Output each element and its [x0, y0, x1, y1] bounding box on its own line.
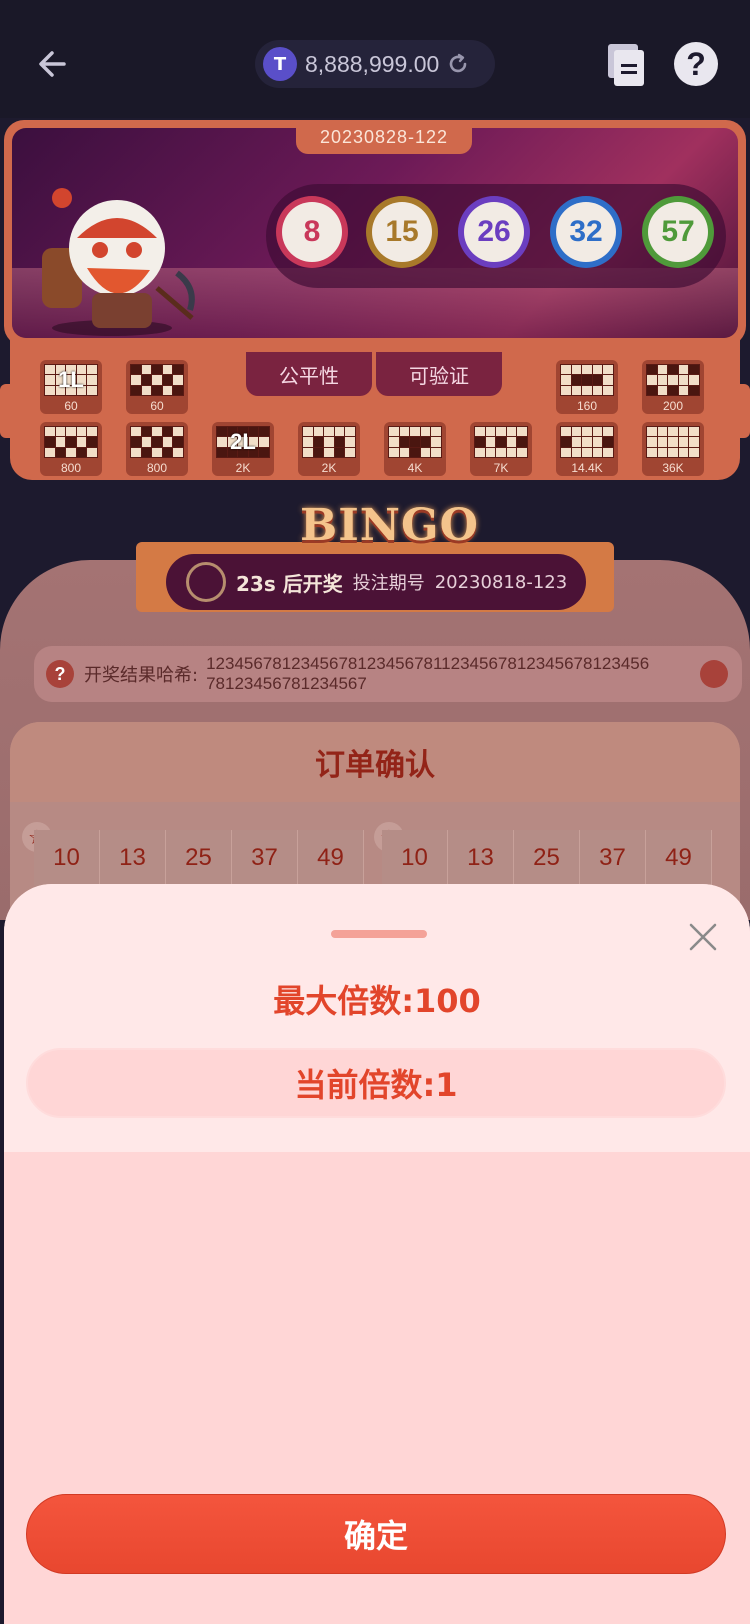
multiplier-sheet: 最大倍数:100 当前倍数:1 确定: [4, 884, 750, 1624]
pattern-prize: 200: [662, 399, 684, 413]
pattern-prize: 800: [146, 461, 168, 475]
drag-handle[interactable]: [331, 930, 427, 938]
pattern-card[interactable]: 60: [126, 360, 188, 414]
close-icon[interactable]: [686, 920, 720, 954]
pattern-card[interactable]: 14.4K: [556, 422, 618, 476]
pattern-prize: 60: [64, 399, 78, 413]
coin-icon: T: [263, 47, 297, 81]
top-bar: T 8,888,999.00 ?: [0, 0, 750, 118]
confirm-button[interactable]: 确定: [26, 1494, 726, 1574]
tab-verifiable[interactable]: 可验证: [376, 352, 502, 396]
help-icon[interactable]: ?: [674, 42, 718, 86]
pattern-label: 1L: [58, 367, 84, 392]
pattern-prize: 4K: [407, 461, 423, 475]
ticket-number: 49: [646, 830, 712, 886]
ticket-number: 25: [514, 830, 580, 886]
bet-records-icon[interactable]: [606, 42, 646, 88]
fairness-tabs: 公平性 可验证: [246, 352, 502, 396]
current-multiplier-field[interactable]: 当前倍数:1: [26, 1048, 726, 1118]
ticket-number: 37: [232, 830, 298, 886]
pattern-prize: 60: [150, 399, 164, 413]
ticket-number: 37: [580, 830, 646, 886]
pattern-prize: 160: [576, 399, 598, 413]
pattern-prize: 2K: [321, 461, 337, 475]
result-hash-bar: ? 开奖结果哈希: 123456781234567812345678112345…: [34, 646, 742, 702]
order-confirm-title: 订单确认: [10, 722, 740, 802]
draw-issue-number: 20230828-122: [296, 120, 472, 154]
max-multiplier-text: 最大倍数:100: [273, 982, 481, 1020]
pattern-card[interactable]: 200: [642, 360, 704, 414]
pattern-prize: 14.4K: [571, 461, 603, 475]
ticket-row: 10 13 25 37 49: [34, 830, 364, 886]
ticket-number: 49: [298, 830, 364, 886]
ticket-number: 13: [100, 830, 166, 886]
pattern-card[interactable]: 2K: [298, 422, 360, 476]
pattern-prize: 7K: [493, 461, 509, 475]
hash-value: 1234567812345678123456781123456781234567…: [206, 654, 650, 693]
balance-pill[interactable]: T 8,888,999.00: [255, 40, 495, 88]
balance-amount: 8,888,999.00: [305, 50, 440, 77]
pattern-card[interactable]: 160: [556, 360, 618, 414]
pattern-card[interactable]: 2L 2K: [212, 422, 274, 476]
pattern-prize: 2K: [235, 461, 251, 475]
hash-label: 开奖结果哈希:: [84, 665, 199, 686]
next-issue-number: 20230818-123: [434, 571, 568, 593]
ticket-number: 25: [166, 830, 232, 886]
question-icon[interactable]: ?: [46, 660, 74, 688]
draw-ball: 57: [642, 196, 714, 268]
timer-icon: [186, 562, 226, 602]
pattern-card[interactable]: 7K: [470, 422, 532, 476]
back-arrow-icon[interactable]: [34, 44, 74, 84]
pattern-prize: 36K: [662, 461, 684, 475]
tab-fairness[interactable]: 公平性: [246, 352, 372, 396]
countdown-bar: 23s 后开奖 投注期号 20230818-123: [166, 554, 586, 610]
pattern-card[interactable]: 4K: [384, 422, 446, 476]
draw-ball: 32: [550, 196, 622, 268]
ticket-number: 13: [448, 830, 514, 886]
draw-ball: 26: [458, 196, 530, 268]
refresh-icon[interactable]: [447, 53, 469, 75]
ticket-number: 10: [34, 830, 100, 886]
miner-mascot-icon: [42, 188, 195, 336]
pattern-card[interactable]: 1L 60: [40, 360, 102, 414]
next-issue-label: 投注期号: [352, 573, 425, 594]
draw-ball: 8: [276, 196, 348, 268]
pattern-label: 2L: [230, 429, 256, 454]
ticket-number: 10: [382, 830, 448, 886]
draw-ball: 15: [366, 196, 438, 268]
countdown-text: 23s 后开奖: [236, 571, 343, 596]
pattern-card[interactable]: 800: [126, 422, 188, 476]
bingo-title: BINGO: [300, 500, 479, 551]
pattern-prize: 800: [60, 461, 82, 475]
pattern-card[interactable]: 36K: [642, 422, 704, 476]
ticket-row: 10 13 25 37 49: [382, 830, 712, 886]
copy-icon[interactable]: [700, 660, 728, 688]
pattern-card[interactable]: 800: [40, 422, 102, 476]
